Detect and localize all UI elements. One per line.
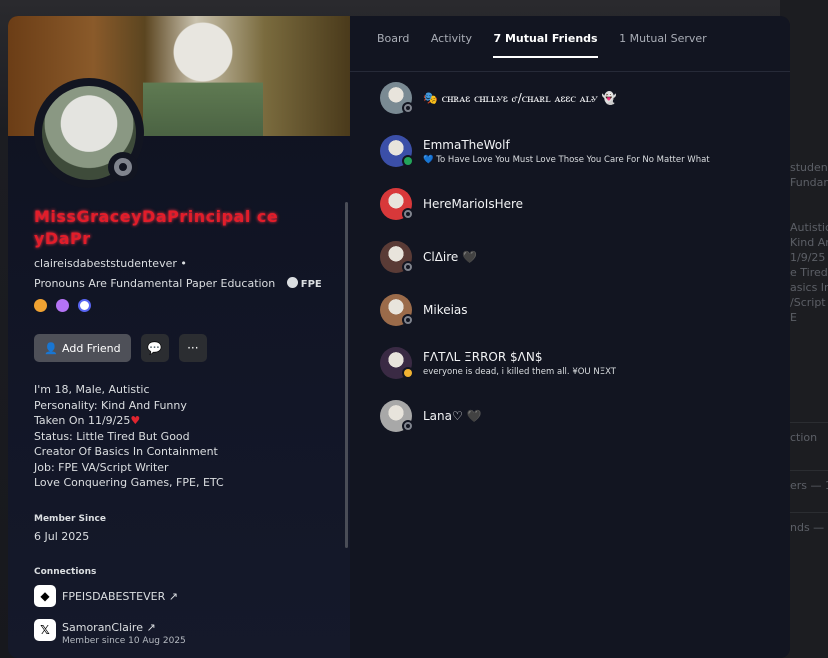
badge-list (34, 297, 95, 313)
background-ghost-line: Fundam (790, 176, 828, 189)
bio-line: Taken On 11/9/25♥ (34, 414, 141, 427)
friend-row[interactable]: Lana♡ 🖤 (380, 400, 780, 440)
add-friend-button[interactable]: 👤 Add Friend (34, 334, 131, 362)
friend-row[interactable]: Mikeias (380, 294, 780, 334)
friend-name[interactable]: Lana♡ 🖤 (423, 409, 482, 423)
status-offline-icon (402, 420, 414, 432)
friend-name[interactable]: ClΔire 🖤 (423, 250, 477, 264)
friend-row[interactable]: FΛTΛL ΞRROR $ΛN$ everyone is dead, i kill… (380, 347, 780, 387)
background-ghost-line: E (790, 311, 797, 324)
bio: I'm 18, Male, Autistic Personality: Kind… (34, 382, 224, 491)
more-options-button[interactable]: ··· (178, 334, 207, 362)
profile-right-panel: Board Activity 7 Mutual Friends 1 Mutual… (350, 16, 790, 658)
connection-name[interactable]: FPEISDABESTEVER ↗ (62, 590, 178, 603)
more-icon: ··· (187, 341, 199, 355)
background-ghost-line: 1/9/25 (790, 251, 826, 264)
pronouns: Pronouns Are Fundamental Paper Education (34, 277, 276, 290)
username[interactable]: claireisdabeststudentever (34, 257, 177, 270)
status-idle-icon (402, 367, 414, 379)
status-offline-icon (402, 208, 414, 220)
friend-name[interactable]: Mikeias (423, 303, 468, 317)
tab-divider (350, 71, 790, 72)
bio-line: Love Conquering Games, FPE, ETC (34, 476, 224, 489)
status-offline-icon (108, 152, 138, 182)
friend-name[interactable]: 🎭 ꮯꮋꭱꭺꮛ ꮯꮋꮮꮮꮍꮛ ꮄ/ꮯꮋꭺꭱꮮ ꭺꮛꮛꮯ ꭺꮮꮍ 👻 (423, 91, 616, 106)
boost-badge-icon[interactable] (78, 299, 92, 312)
background-ghost-line: e Tired B (790, 266, 828, 279)
avatar-frame (34, 78, 144, 188)
background-ghost-line: student (790, 161, 828, 174)
user-profile-modal: MissGraceyDaPrincipal ceyDaPr claireisda… (8, 16, 790, 658)
connection-name[interactable]: SamoranClaire ↗ (62, 621, 156, 634)
left-panel-scrollbar[interactable] (345, 202, 348, 548)
background-row: nds — 7 (790, 512, 828, 551)
tab-activity[interactable]: Activity (431, 32, 472, 58)
friend-row[interactable]: HereMarioIsHere (380, 188, 780, 228)
status-offline-icon (402, 261, 414, 273)
tab-mutual-friends[interactable]: 7 Mutual Friends (493, 32, 598, 58)
background-ghost-line: /Script (790, 296, 826, 309)
tab-board[interactable]: Board (377, 32, 409, 58)
background-row: ction (790, 422, 828, 461)
chat-bubble-icon: 💬 (147, 341, 163, 355)
add-friend-icon: 👤 (44, 342, 58, 355)
background-ghost-text: student Fundam Autistic Kind An 1/9/25 e Tire… (790, 160, 828, 325)
x-twitter-icon: 𝕏 (34, 619, 56, 641)
guild-tag-label: FPE (300, 279, 322, 290)
separator-dot: • (180, 257, 187, 270)
background-row: ers — 1 (790, 470, 828, 509)
display-name: MissGraceyDaPrincipal ceyDaPr (34, 207, 279, 248)
background-ghost-line (790, 190, 828, 205)
friend-custom-status: everyone is dead, i killed them all. ¥OU… (423, 367, 616, 377)
friend-name[interactable]: EmmaTheWolf (423, 138, 510, 152)
member-since-label: Member Since (34, 514, 106, 524)
banner-artwork (143, 16, 263, 136)
message-button[interactable]: 💬 (140, 334, 169, 362)
friend-row[interactable]: EmmaTheWolf 💙 To Have Love You Must Love … (380, 135, 780, 175)
add-friend-label: Add Friend (62, 341, 121, 355)
background-ghost-line: Kind An (790, 236, 828, 249)
friend-name[interactable]: HereMarioIsHere (423, 197, 523, 211)
friend-row[interactable]: 🎭 ꮯꮋꭱꭺꮛ ꮯꮋꮮꮮꮍꮛ ꮄ/ꮯꮋꭺꭱꮮ ꭺꮛꮛꮯ ꭺꮮꮍ 👻 (380, 82, 780, 122)
pronouns-row: Pronouns Are Fundamental Paper Education… (34, 277, 322, 290)
bio-line: Status: Little Tired But Good (34, 429, 190, 443)
quest-badge-icon[interactable] (34, 299, 47, 312)
friend-custom-status: 💙 To Have Love You Must Love Those You C… (423, 155, 710, 165)
heart-icon: ♥ (130, 414, 141, 427)
status-online-icon (402, 155, 414, 167)
guild-tag-icon (286, 277, 298, 288)
bio-line: Job: FPE VA/Script Writer (34, 460, 169, 474)
connections-label: Connections (34, 567, 97, 577)
profile-actions: 👤 Add Friend 💬 ··· (34, 334, 207, 362)
bio-line: Personality: Kind And Funny (34, 398, 187, 412)
nitro-badge-icon[interactable] (56, 299, 70, 312)
profile-tabs: Board Activity 7 Mutual Friends 1 Mutual… (377, 32, 725, 62)
username-row: claireisdabeststudentever • (34, 257, 187, 270)
background-ghost-line (790, 205, 828, 220)
bio-line: I'm 18, Male, Autistic (34, 383, 150, 396)
connection-member-since: Member since 10 Aug 2025 (62, 636, 186, 646)
friend-name[interactable]: FΛTΛL ΞRROR $ΛN$ (423, 350, 542, 364)
status-offline-icon (402, 314, 414, 326)
background-ghost-line: Autistic (790, 221, 828, 234)
profile-left-panel: MissGraceyDaPrincipal ceyDaPr claireisda… (8, 16, 350, 658)
guild-tag[interactable]: FPE (286, 277, 322, 290)
tab-mutual-server[interactable]: 1 Mutual Server (619, 32, 707, 58)
member-since-value: 6 Jul 2025 (34, 530, 90, 543)
status-offline-icon (402, 102, 414, 114)
friend-row[interactable]: ClΔire 🖤 (380, 241, 780, 281)
roblox-icon: ◆ (34, 585, 56, 607)
bio-line: Creator Of Basics In Containment (34, 445, 218, 458)
background-ghost-line: asics In (790, 281, 828, 294)
